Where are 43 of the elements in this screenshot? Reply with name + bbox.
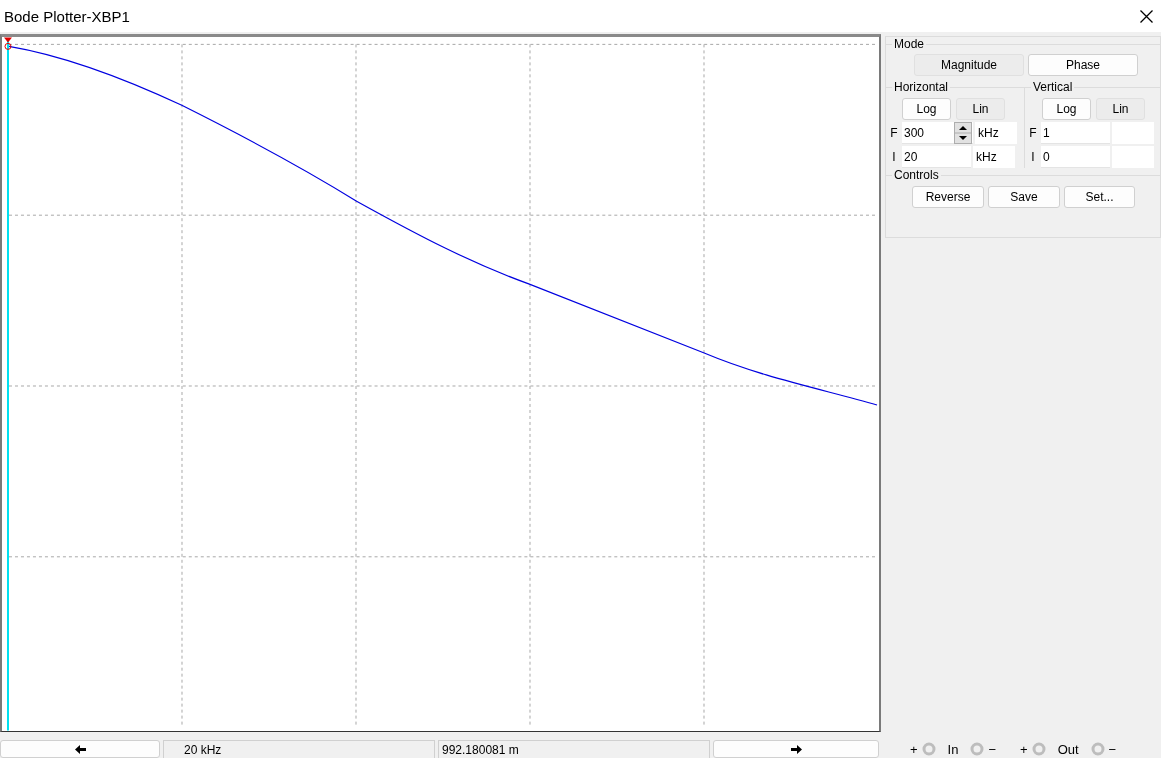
unit-field[interactable]: kHz: [975, 122, 1017, 144]
terminal-label: In: [947, 741, 959, 757]
group-label: Mode: [893, 37, 926, 51]
scale-button[interactable]: Lin: [1096, 98, 1145, 120]
plus-sign: +: [910, 741, 918, 757]
window-title: Bode Plotter-XBP1: [4, 7, 130, 25]
minus-sign: −: [988, 741, 997, 757]
field-prefix: I: [1030, 150, 1036, 164]
input-field[interactable]: 1: [1041, 122, 1110, 144]
terminal-icon[interactable]: [921, 742, 936, 756]
terminal-label: Out: [1057, 741, 1079, 757]
field-prefix: I: [891, 150, 897, 164]
mode-button[interactable]: Phase: [1028, 54, 1138, 76]
cursor-left-button[interactable]: [0, 740, 160, 758]
plus-sign: +: [1020, 741, 1028, 757]
scale-button[interactable]: Lin: [956, 98, 1005, 120]
group-label: Horizontal: [893, 80, 950, 94]
terminal-icon[interactable]: [1031, 742, 1046, 756]
control-button[interactable]: Set...: [1064, 186, 1135, 208]
right-arrow-icon: [790, 743, 802, 755]
terminal-icon[interactable]: [1090, 742, 1105, 756]
minus-sign: −: [1108, 741, 1117, 757]
cursor-right-button[interactable]: [713, 740, 879, 758]
value-readout: 992.180081 m: [438, 740, 710, 758]
terminal-icon[interactable]: [970, 742, 985, 756]
input-field[interactable]: 0: [1041, 146, 1110, 168]
group-label: Controls: [893, 168, 940, 182]
spinner-icon[interactable]: [954, 122, 972, 144]
field-prefix: F: [889, 126, 899, 140]
control-button[interactable]: Reverse: [912, 186, 984, 208]
frequency-readout: 20 kHz: [163, 740, 435, 758]
scale-button[interactable]: Log: [902, 98, 951, 120]
left-arrow-icon: [74, 743, 86, 755]
scale-button[interactable]: Log: [1042, 98, 1091, 120]
input-field[interactable]: 300: [902, 122, 973, 144]
group-label: Vertical: [1032, 80, 1074, 94]
control-button[interactable]: Save: [988, 186, 1060, 208]
close-icon[interactable]: [1140, 9, 1153, 23]
field-prefix: F: [1028, 126, 1038, 140]
unit-field[interactable]: kHz: [973, 146, 1015, 168]
cursor-handle[interactable]: [4, 37, 12, 50]
mode-button[interactable]: Magnitude: [914, 54, 1024, 76]
input-field[interactable]: 20: [902, 146, 971, 168]
